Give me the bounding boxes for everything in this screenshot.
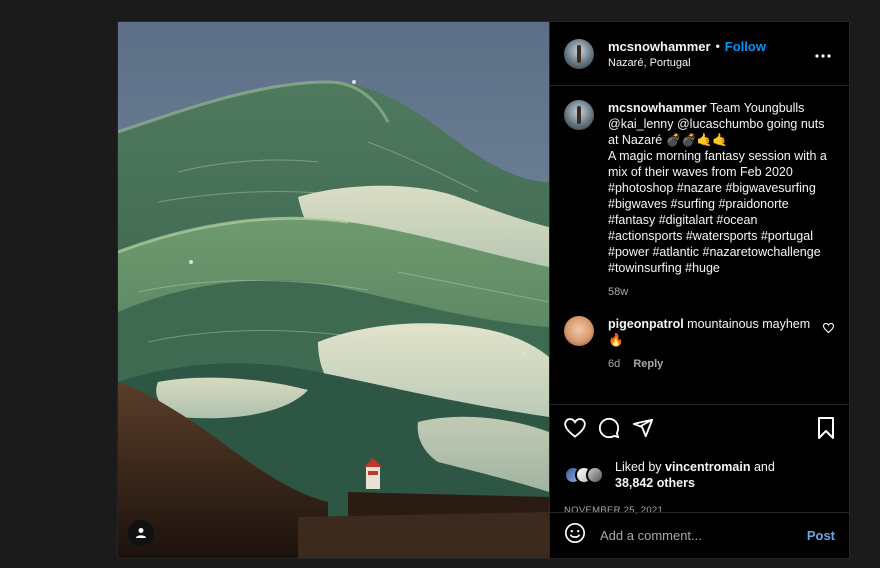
commenter-avatar[interactable] (564, 316, 594, 346)
liked-by-user[interactable]: vincentromain (665, 460, 750, 474)
paper-plane-icon (632, 417, 654, 444)
post-header: mcsnowhammer • Follow Nazaré, Portugal (550, 22, 849, 86)
liker-avatar (586, 466, 604, 484)
caption: mcsnowhammer Team Youngbulls @kai_lenny … (564, 100, 835, 300)
add-comment-bar: Post (550, 512, 849, 558)
caption-username[interactable]: mcsnowhammer (608, 101, 707, 115)
post-sidebar: mcsnowhammer • Follow Nazaré, Portugal m… (549, 22, 849, 558)
post-actions: Liked by vincentromain and 38,842 others… (550, 404, 849, 516)
smiley-icon (564, 523, 586, 548)
post-comment-button[interactable]: Post (807, 528, 835, 543)
wave-illustration (118, 22, 549, 558)
tagged-users-button[interactable] (128, 520, 154, 546)
post-location[interactable]: Nazaré, Portugal (608, 57, 811, 69)
share-button[interactable] (632, 417, 654, 444)
post-image[interactable] (118, 22, 549, 558)
separator-dot: • (715, 39, 720, 53)
likes-count[interactable]: 38,842 others (615, 476, 695, 490)
follow-button[interactable]: Follow (725, 39, 766, 54)
emoji-button[interactable] (564, 522, 586, 549)
comment-input[interactable] (600, 528, 807, 543)
author-avatar[interactable] (564, 38, 594, 69)
comment-button[interactable] (598, 417, 620, 444)
caption-text: Team Youngbulls @kai_lenny @lucaschumbo … (608, 101, 827, 275)
liker-avatars[interactable] (564, 464, 608, 486)
liked-by-prefix: Liked by (615, 460, 666, 474)
comment-username[interactable]: pigeonpatrol (608, 317, 684, 331)
reply-button[interactable]: Reply (633, 358, 663, 370)
comment-item: pigeonpatrol mountainous mayhem 🔥 6d Rep… (564, 316, 835, 372)
speech-bubble-icon (598, 417, 620, 444)
more-options-button[interactable] (811, 42, 835, 66)
liked-by-and: and (750, 460, 775, 474)
caption-author-avatar[interactable] (564, 100, 594, 130)
comments-section: mcsnowhammer Team Youngbulls @kai_lenny … (550, 86, 849, 404)
author-username[interactable]: mcsnowhammer (608, 39, 711, 54)
comment-age: 6d (608, 358, 621, 370)
like-comment-button[interactable] (821, 316, 835, 372)
more-horizontal-icon (815, 45, 831, 63)
like-button[interactable] (564, 417, 586, 443)
caption-age: 58w (608, 286, 629, 298)
likes-summary: Liked by vincentromain and 38,842 others (564, 459, 835, 491)
bookmark-icon (817, 416, 835, 444)
post-dialog: mcsnowhammer • Follow Nazaré, Portugal m… (117, 21, 850, 559)
save-button[interactable] (817, 416, 835, 444)
heart-outline-icon (822, 320, 834, 372)
user-icon (135, 527, 147, 539)
heart-icon (564, 417, 586, 443)
